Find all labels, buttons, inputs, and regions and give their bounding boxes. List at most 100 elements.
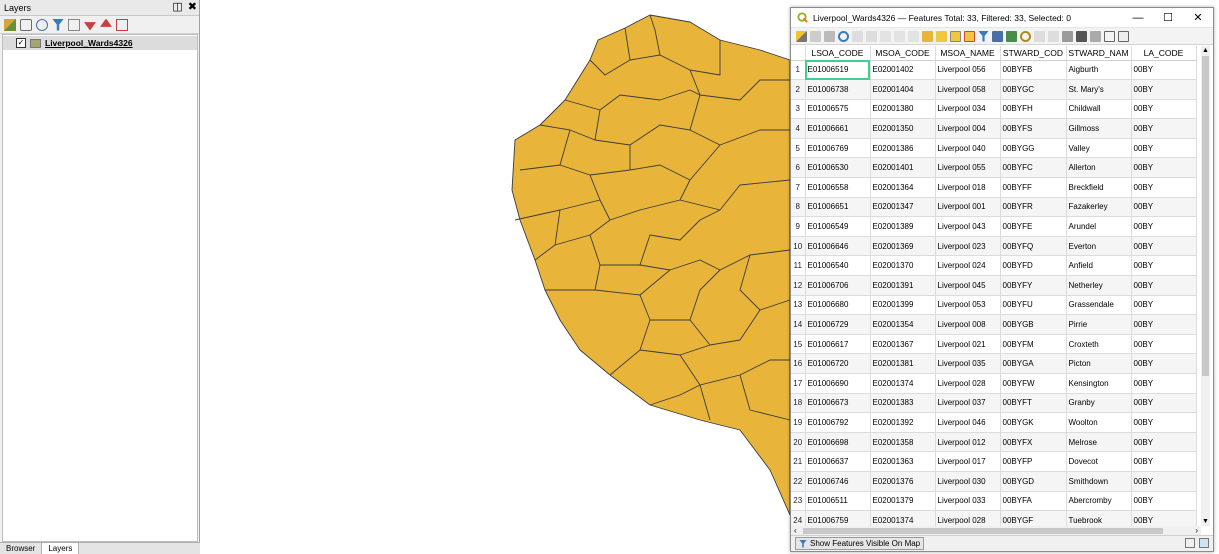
table-row[interactable]: 1 E01006519 E02001402 Liverpool 056 00BYFB Ai… xyxy=(791,60,1197,81)
dock-icon[interactable] xyxy=(1104,30,1115,42)
table-cell[interactable]: E02001350 xyxy=(870,118,936,139)
table-cell[interactable]: Fazakerley xyxy=(1066,197,1132,218)
table-cell[interactable]: 00BYFH xyxy=(1000,99,1067,120)
table-row[interactable]: 12 E01006706 E02001391 Liverpool 045 00BYFY N… xyxy=(791,275,1197,296)
column-header-la-code[interactable]: LA_CODE xyxy=(1131,46,1197,61)
table-row[interactable]: 11 E01006540 E02001370 Liverpool 024 00BYFD A… xyxy=(791,255,1197,277)
window-titlebar[interactable]: Liverpool_Wards4326 — Features Total: 33… xyxy=(791,8,1213,28)
row-number[interactable]: 5 xyxy=(791,138,806,159)
table-row[interactable]: 2 E01006738 E02001404 Liverpool 058 00BYGC St… xyxy=(791,79,1197,100)
table-row[interactable]: 23 E01006511 E02001379 Liverpool 033 00BYFA A… xyxy=(791,491,1197,512)
row-number[interactable]: 6 xyxy=(791,157,806,179)
row-number[interactable]: 19 xyxy=(791,412,806,433)
column-header-msoa-name[interactable]: MSOA_NAME xyxy=(935,46,1001,61)
table-cell[interactable]: 00BY xyxy=(1131,491,1197,512)
table-cell[interactable]: Grassendale xyxy=(1066,295,1132,316)
table-row[interactable]: 22 E01006746 E02001376 Liverpool 030 00BYGD S… xyxy=(791,471,1197,492)
table-cell[interactable]: 00BY xyxy=(1131,432,1197,453)
table-cell[interactable]: Abercromby xyxy=(1066,491,1132,512)
table-cell[interactable]: Childwall xyxy=(1066,99,1132,120)
table-cell[interactable]: 00BY xyxy=(1131,118,1197,139)
invert-selection-icon[interactable] xyxy=(950,30,961,42)
table-cell[interactable]: Liverpool 040 xyxy=(935,138,1001,159)
row-number[interactable]: 7 xyxy=(791,177,806,198)
table-cell[interactable]: E02001389 xyxy=(870,216,936,237)
row-number[interactable]: 10 xyxy=(791,236,806,257)
table-cell[interactable]: Woolton xyxy=(1066,412,1132,433)
table-cell[interactable]: Melrose xyxy=(1066,432,1132,453)
table-cell[interactable]: 00BY xyxy=(1131,236,1197,257)
row-number[interactable]: 24 xyxy=(791,510,806,526)
filter-legend-icon[interactable] xyxy=(52,18,64,31)
table-cell[interactable]: Picton xyxy=(1066,353,1132,374)
minimize-icon[interactable]: — xyxy=(1123,8,1153,28)
table-cell[interactable]: 00BY xyxy=(1131,255,1197,277)
table-cell[interactable]: 00BYFA xyxy=(1000,491,1067,512)
table-cell[interactable]: 00BY xyxy=(1131,373,1197,394)
form-view-icon[interactable] xyxy=(1185,538,1195,548)
table-cell[interactable]: E01006575 xyxy=(805,99,871,120)
table-cell[interactable]: Anfield xyxy=(1066,255,1132,277)
table-cell[interactable]: Pirrie xyxy=(1066,314,1132,335)
table-row[interactable]: 17 E01006690 E02001374 Liverpool 028 00BYFW K… xyxy=(791,373,1197,394)
table-cell[interactable]: 00BY xyxy=(1131,471,1197,492)
attribute-grid[interactable]: LSOA_CODE MSOA_CODE MSOA_NAME STWARD_COD… xyxy=(791,46,1201,526)
add-feature-icon[interactable] xyxy=(852,30,863,42)
row-number[interactable]: 20 xyxy=(791,432,806,453)
table-cell[interactable]: Liverpool 028 xyxy=(935,510,1001,526)
table-view-toggle-icon[interactable] xyxy=(1199,538,1209,548)
row-number[interactable]: 1 xyxy=(791,60,806,81)
table-cell[interactable]: 00BY xyxy=(1131,79,1197,100)
table-cell[interactable]: E01006792 xyxy=(805,412,871,433)
table-cell[interactable]: E02001367 xyxy=(870,334,936,355)
table-cell[interactable]: 00BY xyxy=(1131,510,1197,526)
table-cell[interactable]: 00BY xyxy=(1131,216,1197,237)
table-row[interactable]: 15 E01006617 E02001367 Liverpool 021 00BYFM C… xyxy=(791,334,1197,355)
tab-layers[interactable]: Layers xyxy=(42,543,80,554)
table-cell[interactable]: E01006661 xyxy=(805,118,871,139)
row-number[interactable]: 9 xyxy=(791,216,806,237)
table-cell[interactable]: Liverpool 046 xyxy=(935,412,1001,433)
row-number[interactable]: 14 xyxy=(791,314,806,335)
table-cell[interactable]: 00BYFX xyxy=(1000,432,1067,453)
scroll-down-icon[interactable]: ▼ xyxy=(1201,517,1210,526)
table-row[interactable]: 6 E01006530 E02001401 Liverpool 055 00BYFC Al… xyxy=(791,157,1197,179)
table-cell[interactable]: Liverpool 017 xyxy=(935,451,1001,472)
column-header-stward-cod[interactable]: STWARD_COD xyxy=(1000,46,1067,61)
table-cell[interactable]: Netherley xyxy=(1066,275,1132,296)
table-cell[interactable]: E02001370 xyxy=(870,255,936,277)
table-cell[interactable]: Liverpool 001 xyxy=(935,197,1001,218)
table-cell[interactable]: Everton xyxy=(1066,236,1132,257)
corner-header[interactable] xyxy=(791,46,806,61)
table-cell[interactable]: E02001354 xyxy=(870,314,936,335)
close-icon[interactable]: ✕ xyxy=(1183,8,1213,28)
table-cell[interactable]: E01006759 xyxy=(805,510,871,526)
table-cell[interactable]: E02001363 xyxy=(870,451,936,472)
row-number[interactable]: 21 xyxy=(791,451,806,472)
table-cell[interactable]: 00BYGB xyxy=(1000,314,1067,335)
conditional-formatting-icon[interactable] xyxy=(1076,30,1087,42)
table-row[interactable]: 20 E01006698 E02001358 Liverpool 012 00BYFX M… xyxy=(791,432,1197,453)
table-cell[interactable]: E01006673 xyxy=(805,393,871,414)
table-cell[interactable]: E01006690 xyxy=(805,373,871,394)
delete-field-icon[interactable] xyxy=(1048,30,1059,42)
row-number[interactable]: 13 xyxy=(791,295,806,316)
table-cell[interactable]: 00BYFY xyxy=(1000,275,1067,296)
table-cell[interactable]: E01006617 xyxy=(805,334,871,355)
column-header-stward-nam[interactable]: STWARD_NAM xyxy=(1066,46,1132,61)
table-cell[interactable]: Valley xyxy=(1066,138,1132,159)
save-edits-icon[interactable] xyxy=(824,30,835,42)
table-cell[interactable]: 00BYFW xyxy=(1000,373,1067,394)
layer-name[interactable]: Liverpool_Wards4326 xyxy=(45,38,133,48)
table-cell[interactable]: Liverpool 021 xyxy=(935,334,1001,355)
filter-expression-icon[interactable] xyxy=(68,18,80,31)
table-cell[interactable]: 00BY xyxy=(1131,451,1197,472)
table-cell[interactable]: 00BY xyxy=(1131,295,1197,316)
table-cell[interactable]: E01006729 xyxy=(805,314,871,335)
manage-visibility-icon[interactable] xyxy=(36,18,48,31)
table-cell[interactable]: 00BYFR xyxy=(1000,197,1067,218)
table-cell[interactable]: E02001386 xyxy=(870,138,936,159)
table-row[interactable]: 16 E01006720 E02001381 Liverpool 035 00BYGA P… xyxy=(791,353,1197,374)
row-number[interactable]: 22 xyxy=(791,471,806,492)
deselect-all-icon[interactable] xyxy=(964,30,975,42)
